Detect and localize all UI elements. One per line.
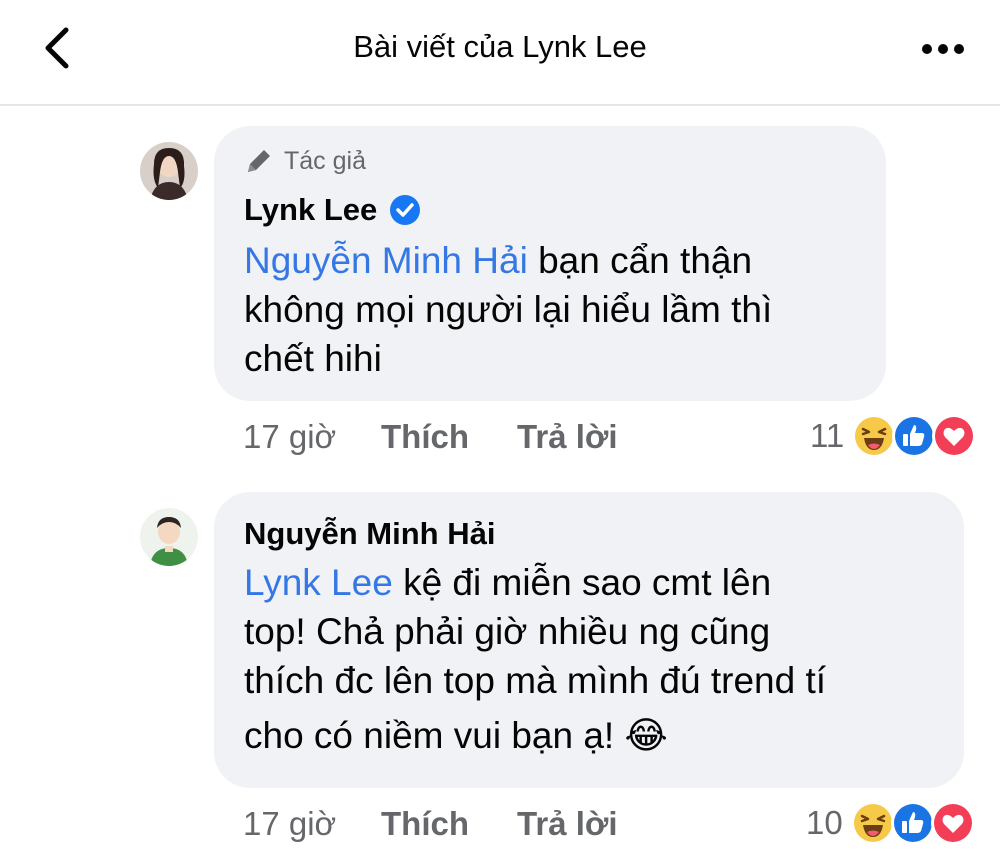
author-badge-label: Tác giả [284,146,366,175]
love-icon [930,801,975,845]
verified-badge-icon [390,195,421,225]
profile-photo-icon [140,142,198,200]
like-icon [892,414,937,458]
reply-button[interactable]: Trả lời [517,805,618,843]
love-icon [932,414,977,458]
comment-text: Lynk Lee kệ đi miễn sao cmt lên top! Chả… [244,558,964,760]
comment-line: không mọi người lại hiểu lầm thì [244,289,773,330]
reaction-summary[interactable]: 10 [806,801,975,845]
like-button[interactable]: Thích [381,805,469,843]
comment-actions: 17 giờ Thích Trả lời [243,805,663,845]
author-name[interactable]: Lynk Lee [244,192,377,228]
author-name[interactable]: Nguyễn Minh Hải [244,516,495,552]
more-options-button[interactable] [918,34,968,64]
mention-link[interactable]: Lynk Lee [244,562,393,603]
reaction-count: 10 [806,804,843,841]
comment-actions: 17 giờ Thích Trả lời [243,418,663,458]
pencil-icon [248,150,270,172]
avatar-lynk-lee[interactable] [140,142,198,200]
reply-button[interactable]: Trả lời [517,418,618,456]
profile-photo-icon [140,508,198,566]
comment-line: chết hihi [244,338,382,379]
comment-line: thích đc lên top mà mình đú trend tí [244,660,827,701]
reaction-summary[interactable]: 11 [810,414,977,458]
comment-text: Nguyễn Minh Hải bạn cẩn thận không mọi n… [244,236,884,383]
more-dots-icon [922,44,964,54]
comment-text-segment: kệ đi miễn sao cmt lên [392,562,772,603]
reaction-count: 11 [810,417,845,454]
like-icon [890,801,935,845]
comment-text-segment: bạn cẩn thận [527,240,753,281]
comment-author[interactable]: Nguyễn Minh Hải [244,516,495,552]
comment-bubble: Tác giả Lynk Lee Nguyễn Minh Hải bạn cẩn… [214,126,886,401]
page-title: Bài viết của Lynk Lee [353,29,647,64]
like-button[interactable]: Thích [381,418,469,456]
haha-icon [850,801,895,845]
comment-line: Lynk Lee kệ đi miễn sao cmt lên [244,558,964,607]
comment-author[interactable]: Lynk Lee [244,192,421,228]
haha-icon [852,414,897,458]
comment-line: top! Chả phải giờ nhiều ng cũng [244,611,771,652]
comment-time: 17 giờ [243,418,337,455]
top-bar: Bài viết của Lynk Lee [0,0,1000,106]
comment-time: 17 giờ [243,805,337,842]
comment-line: Nguyễn Minh Hải bạn cẩn thận [244,236,884,285]
comment-line: cho có niềm vui bạn ạ! 😂 [244,715,668,756]
avatar-nguyen-minh-hai[interactable] [140,508,198,566]
author-badge: Tác giả [244,146,366,176]
mention-link[interactable]: Nguyễn Minh Hải [244,240,528,281]
comment-bubble: Nguyễn Minh Hải Lynk Lee kệ đi miễn sao … [214,492,964,788]
